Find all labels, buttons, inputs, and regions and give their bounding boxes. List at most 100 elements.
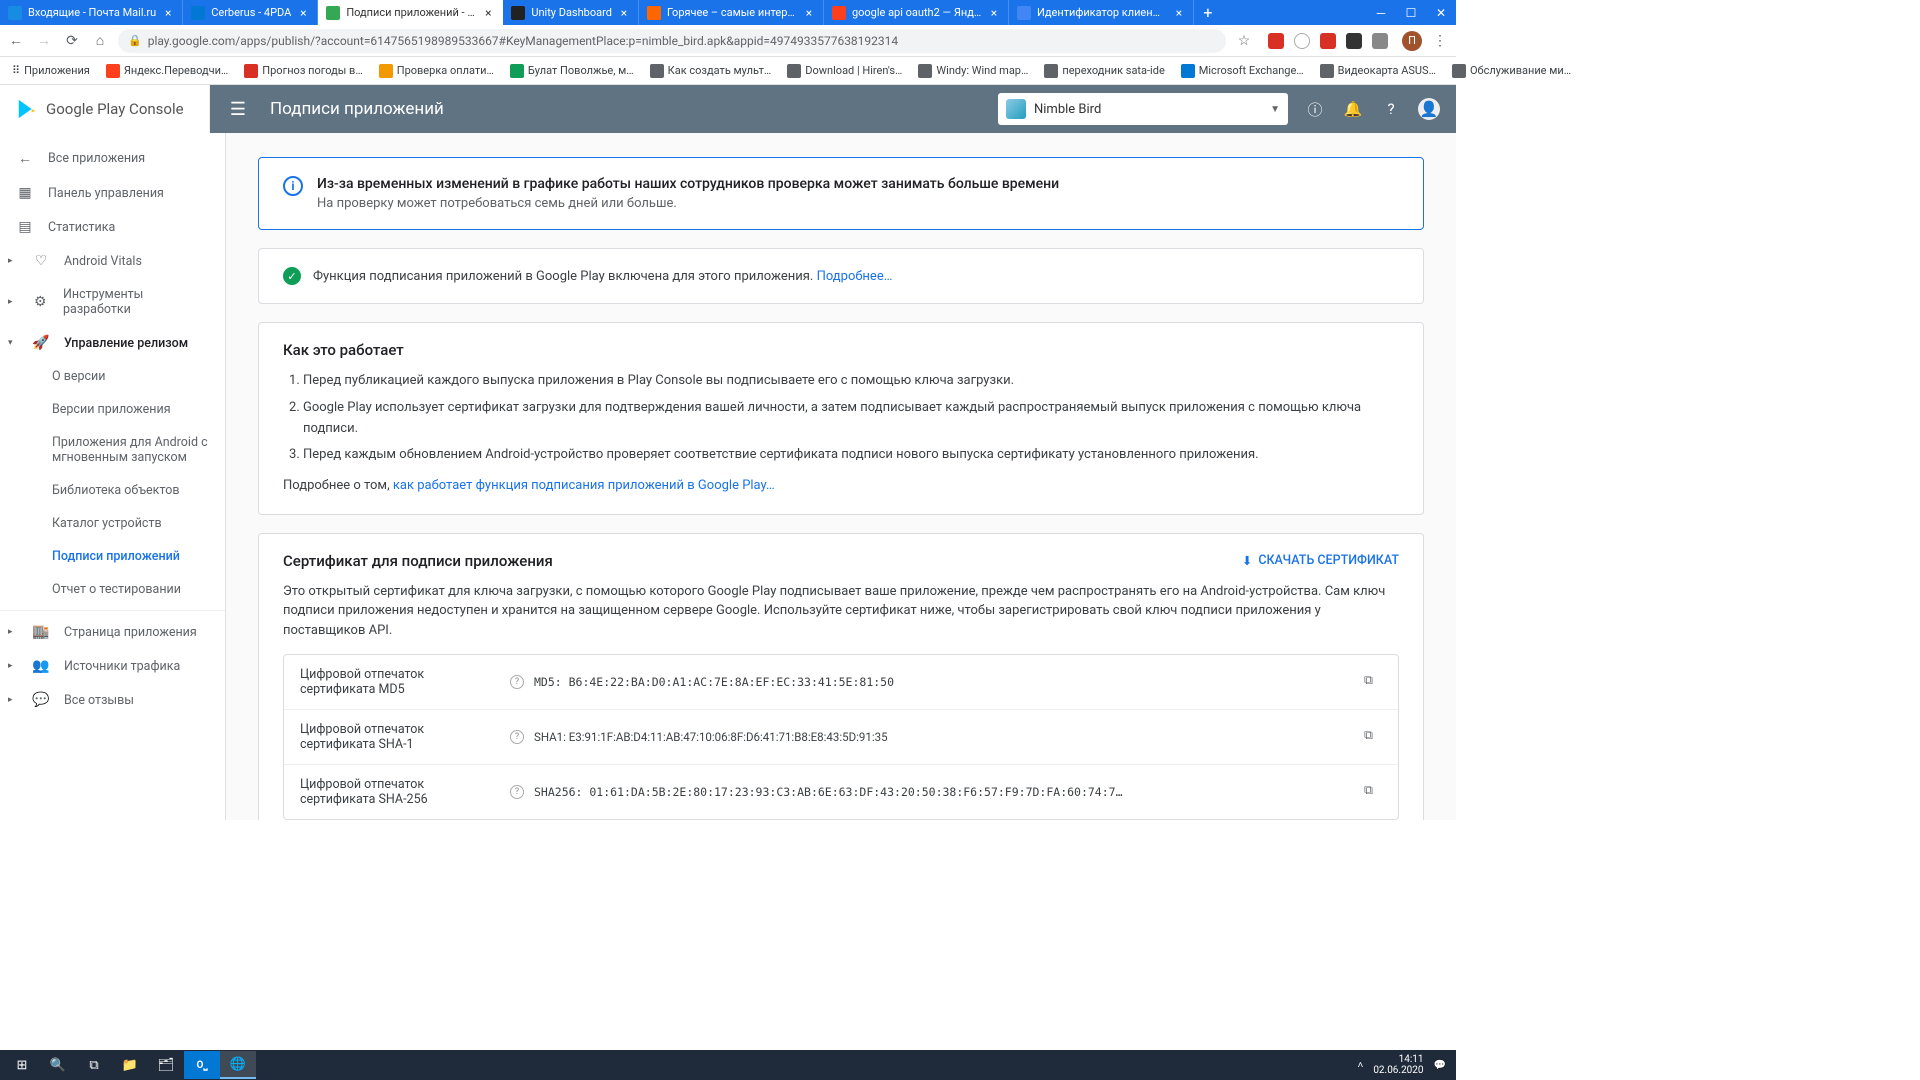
sidebar-item-release[interactable]: ▾🚀Управление релизом bbox=[0, 326, 225, 360]
bookmark[interactable]: Microsoft Exchange… bbox=[1175, 62, 1310, 80]
help-icon[interactable]: ? bbox=[510, 730, 524, 744]
tab-close-icon[interactable]: × bbox=[162, 7, 174, 19]
copy-icon[interactable]: ⧉ bbox=[1364, 728, 1382, 746]
profile-avatar[interactable]: П bbox=[1402, 31, 1422, 51]
sidebar-item-vitals[interactable]: ▸♡Android Vitals bbox=[0, 244, 225, 278]
copy-icon[interactable]: ⧉ bbox=[1364, 673, 1382, 691]
start-button[interactable]: ⊞ bbox=[4, 1051, 40, 1079]
address-bar: ← → ⟳ ⌂ 🔒 play.google.com/apps/publish/?… bbox=[0, 25, 1456, 57]
sidebar-item-stats[interactable]: ▤Статистика bbox=[0, 210, 225, 244]
minimize-icon[interactable]: ─ bbox=[1366, 0, 1396, 25]
maximize-icon[interactable]: ☐ bbox=[1396, 0, 1426, 25]
console-logo[interactable]: Google Play Console bbox=[0, 85, 210, 133]
tab-unity[interactable]: Unity Dashboard× bbox=[503, 0, 639, 25]
tab-yandex[interactable]: google api oauth2 — Яндекс: на× bbox=[824, 0, 1009, 25]
sidebar-sub-instant[interactable]: Приложения для Android с мгновенным запу… bbox=[0, 426, 225, 474]
success-banner: ✓ Функция подписания приложений в Google… bbox=[258, 248, 1424, 304]
sidebar-sub-testing[interactable]: Отчет о тестировании bbox=[0, 573, 225, 606]
fp-row-md5: Цифровой отпечаток сертификата MD5 ? MD5… bbox=[284, 655, 1398, 710]
copy-icon[interactable]: ⧉ bbox=[1364, 783, 1382, 801]
help-icon[interactable]: ? bbox=[1380, 98, 1402, 120]
taskbar: ⊞ 🔍 ⧉ 📁 🗂 O⎵ 🌐 ˄ 14:11 02.06.2020 💬 bbox=[0, 1050, 1456, 1080]
bookmark[interactable]: Как создать мульт… bbox=[644, 62, 778, 80]
tab-close-icon[interactable]: × bbox=[482, 7, 494, 19]
bookmark[interactable]: Обслуживание ми… bbox=[1446, 62, 1577, 80]
sidebar-sub-library[interactable]: Библиотека объектов bbox=[0, 474, 225, 507]
tab-4pda[interactable]: Cerberus - 4PDA× bbox=[183, 0, 318, 25]
bookmark[interactable]: Download | Hiren's… bbox=[781, 62, 908, 80]
home-button[interactable]: ⌂ bbox=[90, 31, 110, 51]
howworks-step: Перед публикацией каждого выпуска прилож… bbox=[303, 371, 1399, 392]
ext-icon[interactable] bbox=[1268, 33, 1284, 49]
taskview-icon[interactable]: ⧉ bbox=[76, 1051, 112, 1079]
tab-google-api[interactable]: Идентификатор клиен… – API и× bbox=[1009, 0, 1194, 25]
howworks-heading: Как это работает bbox=[283, 341, 1399, 359]
content-area: i Из-за временных изменений в графике ра… bbox=[226, 133, 1456, 820]
sidebar: ←Все приложения ▦Панель управления ▤Стат… bbox=[0, 133, 226, 820]
bookmark[interactable]: Проверка оплати… bbox=[373, 62, 500, 80]
bell-icon[interactable]: 🔔 bbox=[1342, 98, 1364, 120]
close-window-icon[interactable]: ✕ bbox=[1426, 0, 1456, 25]
ext-icon[interactable] bbox=[1372, 33, 1388, 49]
sidebar-item-devtools[interactable]: ▸⚙Инструменты разработки bbox=[0, 278, 225, 326]
help-icon[interactable]: ? bbox=[510, 675, 524, 689]
howworks-step: Перед каждым обновлением Android-устройс… bbox=[303, 445, 1399, 466]
howworks-more-link[interactable]: как работает функция подписания приложен… bbox=[393, 478, 775, 493]
url-input[interactable]: 🔒 play.google.com/apps/publish/?account=… bbox=[118, 29, 1226, 53]
bookmark[interactable]: Прогноз погоды в… bbox=[238, 62, 368, 80]
ext-icon[interactable] bbox=[1320, 33, 1336, 49]
sidebar-sub-devices[interactable]: Каталог устройств bbox=[0, 507, 225, 540]
tab-play-console[interactable]: Подписи приложений - Nimble× bbox=[318, 0, 503, 25]
bookmark[interactable]: переходник sata-ide bbox=[1038, 62, 1170, 80]
sidebar-item-storepage[interactable]: ▸🏬Страница приложения bbox=[0, 615, 225, 649]
menu-icon[interactable]: ⋮ bbox=[1430, 31, 1450, 51]
sidebar-back[interactable]: ←Все приложения bbox=[0, 141, 225, 176]
chrome-icon[interactable]: 🌐 bbox=[220, 1051, 256, 1079]
sidebar-sub-versions[interactable]: Версии приложения bbox=[0, 393, 225, 426]
learn-more-link[interactable]: Подробнее… bbox=[817, 269, 893, 284]
bookmark[interactable]: Булат Поволжье, м… bbox=[504, 62, 640, 80]
star-icon[interactable]: ☆ bbox=[1234, 31, 1254, 51]
sidebar-item-dashboard[interactable]: ▦Панель управления bbox=[0, 176, 225, 210]
ext-icon[interactable] bbox=[1294, 33, 1310, 49]
bookmark[interactable]: Видеокарта ASUS… bbox=[1314, 62, 1442, 80]
hamburger-icon[interactable]: ☰ bbox=[226, 99, 250, 120]
app-icon[interactable]: 🗂 bbox=[148, 1051, 184, 1079]
sha1-highlight: E3:91:1F:AB:D4:11:AB:47:10:06:8F:D6:41:7… bbox=[569, 730, 888, 744]
download-cert-button[interactable]: ⬇СКАЧАТЬ СЕРТИФИКАТ bbox=[1242, 553, 1399, 569]
back-button[interactable]: ← bbox=[6, 31, 26, 51]
info-icon[interactable]: ⓘ bbox=[1304, 98, 1326, 120]
sidebar-sub-signing[interactable]: Подписи приложений bbox=[0, 540, 225, 573]
account-icon[interactable]: 👤 bbox=[1418, 98, 1440, 120]
bookmark-bar: ⠿Приложения Яндекс.Переводчи… Прогноз по… bbox=[0, 57, 1456, 85]
cert-heading: Сертификат для подписи приложения bbox=[283, 552, 553, 570]
url-text: play.google.com/apps/publish/?account=61… bbox=[148, 34, 898, 48]
tab-hot[interactable]: Горячее – самые интересные и× bbox=[639, 0, 824, 25]
app-selector[interactable]: Nimble Bird ▼ bbox=[998, 93, 1288, 125]
apps-button[interactable]: ⠿Приложения bbox=[6, 62, 96, 79]
tray-chevron-icon[interactable]: ˄ bbox=[1357, 1060, 1363, 1071]
outlook-icon[interactable]: O⎵ bbox=[184, 1051, 220, 1079]
tab-close-icon[interactable]: × bbox=[618, 7, 630, 19]
fp-row-sha1: Цифровой отпечаток сертификата SHA-1 ? S… bbox=[284, 710, 1398, 765]
browser-tabstrip: Входящие - Почта Mail.ru× Cerberus - 4PD… bbox=[0, 0, 1456, 25]
reload-button[interactable]: ⟳ bbox=[62, 31, 82, 51]
sidebar-sub-about[interactable]: О версии bbox=[0, 360, 225, 393]
bookmark[interactable]: Windy: Wind map… bbox=[912, 62, 1034, 80]
tab-close-icon[interactable]: × bbox=[297, 7, 309, 19]
clock[interactable]: 14:11 02.06.2020 bbox=[1373, 1054, 1423, 1076]
search-icon[interactable]: 🔍 bbox=[40, 1051, 76, 1079]
tab-mail[interactable]: Входящие - Почта Mail.ru× bbox=[0, 0, 183, 25]
explorer-icon[interactable]: 📁 bbox=[112, 1051, 148, 1079]
bookmark[interactable]: Яндекс.Переводчи… bbox=[100, 62, 234, 80]
help-icon[interactable]: ? bbox=[510, 785, 524, 799]
notifications-icon[interactable]: 💬 bbox=[1434, 1060, 1446, 1071]
tab-close-icon[interactable]: × bbox=[803, 7, 815, 19]
ext-icon[interactable] bbox=[1346, 33, 1362, 49]
new-tab-button[interactable]: + bbox=[1194, 0, 1222, 25]
sidebar-item-traffic[interactable]: ▸👥Источники трафика bbox=[0, 649, 225, 683]
tab-close-icon[interactable]: × bbox=[1173, 7, 1185, 19]
sidebar-item-reviews[interactable]: ▸💬Все отзывы bbox=[0, 683, 225, 717]
forward-button[interactable]: → bbox=[34, 31, 54, 51]
tab-close-icon[interactable]: × bbox=[988, 7, 1000, 19]
